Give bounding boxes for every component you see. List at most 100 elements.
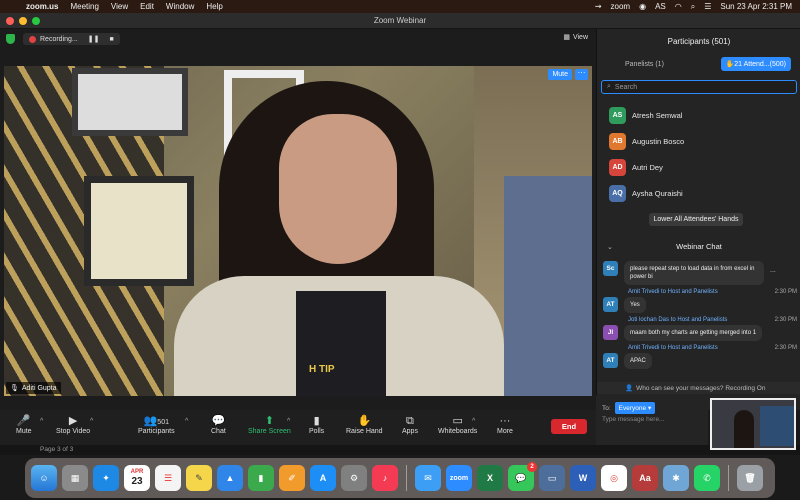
list-item[interactable]: AS Atresh Semwal (609, 102, 789, 128)
wind-icon[interactable]: ⇝ (595, 2, 602, 11)
finder-icon[interactable]: ☺ (31, 465, 57, 491)
tab-attendees[interactable]: ✋21 Attend...(500) (720, 57, 791, 71)
messages-icon[interactable]: 💬 2 (508, 462, 537, 491)
chat-message-input[interactable]: Type message here... (602, 416, 665, 423)
end-button[interactable]: End (551, 419, 587, 434)
pages-icon[interactable]: ✐ (279, 465, 305, 491)
safari-icon[interactable]: ✦ (93, 465, 119, 491)
menubar-status-area: ⇝ zoom ◉ AS ◠ ⌕ ☰ Sun 23 Apr 2:31 PM (595, 2, 800, 12)
chat-time: 2:30 PM (774, 345, 797, 351)
whatsapp-icon[interactable]: ✆ (694, 465, 720, 491)
view-label: View (572, 33, 588, 41)
numbers-icon[interactable]: ▮ (248, 465, 274, 491)
self-view-thumbnail[interactable] (710, 398, 796, 450)
word-icon[interactable]: W (570, 465, 596, 491)
calendar-month: APR (130, 469, 144, 475)
zoom-icon[interactable]: zoom (446, 465, 472, 491)
participants-button[interactable]: 👥501 Participants (138, 414, 175, 435)
message-more-button[interactable]: ... (770, 267, 776, 274)
excel-icon[interactable]: X (477, 465, 503, 491)
dictionary-icon[interactable]: Aa (632, 465, 658, 491)
chevron-up-icon[interactable]: ^ (40, 418, 43, 425)
list-item[interactable]: AD Autri Dey (609, 154, 789, 180)
menu-app-name[interactable]: zoom.us (26, 2, 58, 11)
app-store-icon[interactable]: A (310, 465, 336, 491)
dock-separator (406, 465, 407, 491)
page-indicator: Page 3 of 3 (0, 445, 800, 455)
avatar: AT (603, 297, 618, 312)
attendee-list: AS Atresh Semwal AB Augustin Bosco AD Au… (609, 102, 789, 206)
menu-edit[interactable]: Edit (140, 2, 154, 11)
recording-label: Recording... (40, 35, 78, 43)
chevron-up-icon[interactable]: ^ (185, 418, 188, 425)
chevron-up-icon[interactable]: ^ (287, 418, 290, 425)
messages-badge: 2 (527, 462, 537, 472)
stop-video-button[interactable]: ▶ Stop Video (56, 414, 90, 435)
speaker-name: Aditi Gupta (21, 384, 57, 392)
speaker-face (279, 114, 397, 264)
wifi-icon[interactable]: ◠ (675, 2, 682, 11)
trash-icon[interactable]: 🗑 (737, 465, 763, 491)
video-more-button[interactable]: ··· (575, 69, 588, 80)
search-icon[interactable]: ⌕ (691, 2, 695, 12)
menu-view[interactable]: View (111, 2, 128, 11)
menubar-datetime[interactable]: Sun 23 Apr 2:31 PM (720, 2, 792, 11)
tab-panelists[interactable]: Panelists (1) (625, 61, 664, 68)
speaker-video: H TIP Mute ··· 🎙 Aditi Gupta (4, 66, 592, 396)
dock-separator (728, 465, 729, 491)
who-can-see-messages[interactable]: 👤 Who can see your messages? Recording O… (597, 382, 800, 394)
play-icon[interactable]: ◉ (639, 2, 646, 11)
stop-recording-icon[interactable]: ■ (109, 36, 113, 43)
mute-button[interactable]: 🎤 Mute (16, 414, 32, 435)
chat-button[interactable]: 💬 Chat (211, 414, 226, 435)
search-icon: ⌕ (607, 83, 611, 90)
launchpad-icon[interactable]: ▦ (62, 465, 88, 491)
video-background-certificate (84, 176, 194, 286)
reminders-icon[interactable]: ☰ (155, 465, 181, 491)
more-button[interactable]: ··· More (497, 414, 513, 435)
list-item[interactable]: AB Augustin Bosco (609, 128, 789, 154)
polls-icon: ▮ (313, 415, 320, 427)
list-item[interactable]: AQ Aysha Quraishi (609, 180, 789, 206)
chevron-up-icon[interactable]: ^ (90, 418, 93, 425)
menu-help[interactable]: Help (206, 2, 222, 11)
music-icon[interactable]: ♪ (372, 465, 398, 491)
menubar-zoom-status[interactable]: zoom (611, 2, 631, 11)
share-screen-button[interactable]: ⬆ Share Screen (248, 414, 291, 435)
to-label: To: (602, 404, 611, 412)
chat-message: Joti lochan Das to Host and Panelists 2:3… (603, 317, 797, 341)
apps-button[interactable]: ⧉ Apps (402, 414, 418, 435)
control-center-icon[interactable]: ☰ (704, 2, 711, 11)
close-window-button[interactable] (6, 17, 14, 25)
menu-meeting[interactable]: Meeting (70, 2, 98, 11)
avatar: AQ (609, 184, 626, 202)
mute-speaker-button[interactable]: Mute (548, 69, 572, 80)
menubar-input-source[interactable]: AS (655, 2, 666, 11)
system-settings-icon[interactable]: ⚙ (341, 465, 367, 491)
chat-time: 2:30 PM (774, 289, 797, 295)
menu-window[interactable]: Window (166, 2, 194, 11)
recipient-select[interactable]: Everyone ▾ (614, 402, 656, 414)
lower-all-hands-button[interactable]: Lower All Attendees' Hands (649, 213, 743, 226)
notes-icon[interactable]: ✎ (186, 465, 212, 491)
search-placeholder: Search (614, 83, 638, 91)
security-shield-icon[interactable] (6, 34, 15, 44)
microphone-icon: 🎙 (10, 385, 19, 392)
search-input[interactable]: ⌕ Search (601, 80, 797, 94)
view-button[interactable]: ▦ View (563, 33, 588, 42)
pause-recording-icon[interactable]: ❚❚ (88, 35, 100, 43)
polls-button[interactable]: ▮ Polls (309, 414, 324, 435)
mail-icon[interactable]: ✉ (415, 465, 441, 491)
participants-icon: 👥501 (143, 415, 169, 427)
fullscreen-window-button[interactable] (32, 17, 40, 25)
keynote-icon[interactable]: ▲ (217, 465, 243, 491)
raise-hand-button[interactable]: ✋ Raise Hand (346, 414, 383, 435)
chrome-icon[interactable]: ◎ (601, 465, 627, 491)
avatar: AB (609, 132, 626, 150)
preview-icon[interactable]: ▭ (539, 465, 565, 491)
network-icon[interactable]: ✱ (663, 465, 689, 491)
chevron-up-icon[interactable]: ^ (472, 418, 475, 425)
minimize-window-button[interactable] (19, 17, 27, 25)
calendar-icon[interactable]: APR 23 (124, 465, 150, 491)
chat-message-text: please repeat step to load data in from … (624, 261, 764, 285)
